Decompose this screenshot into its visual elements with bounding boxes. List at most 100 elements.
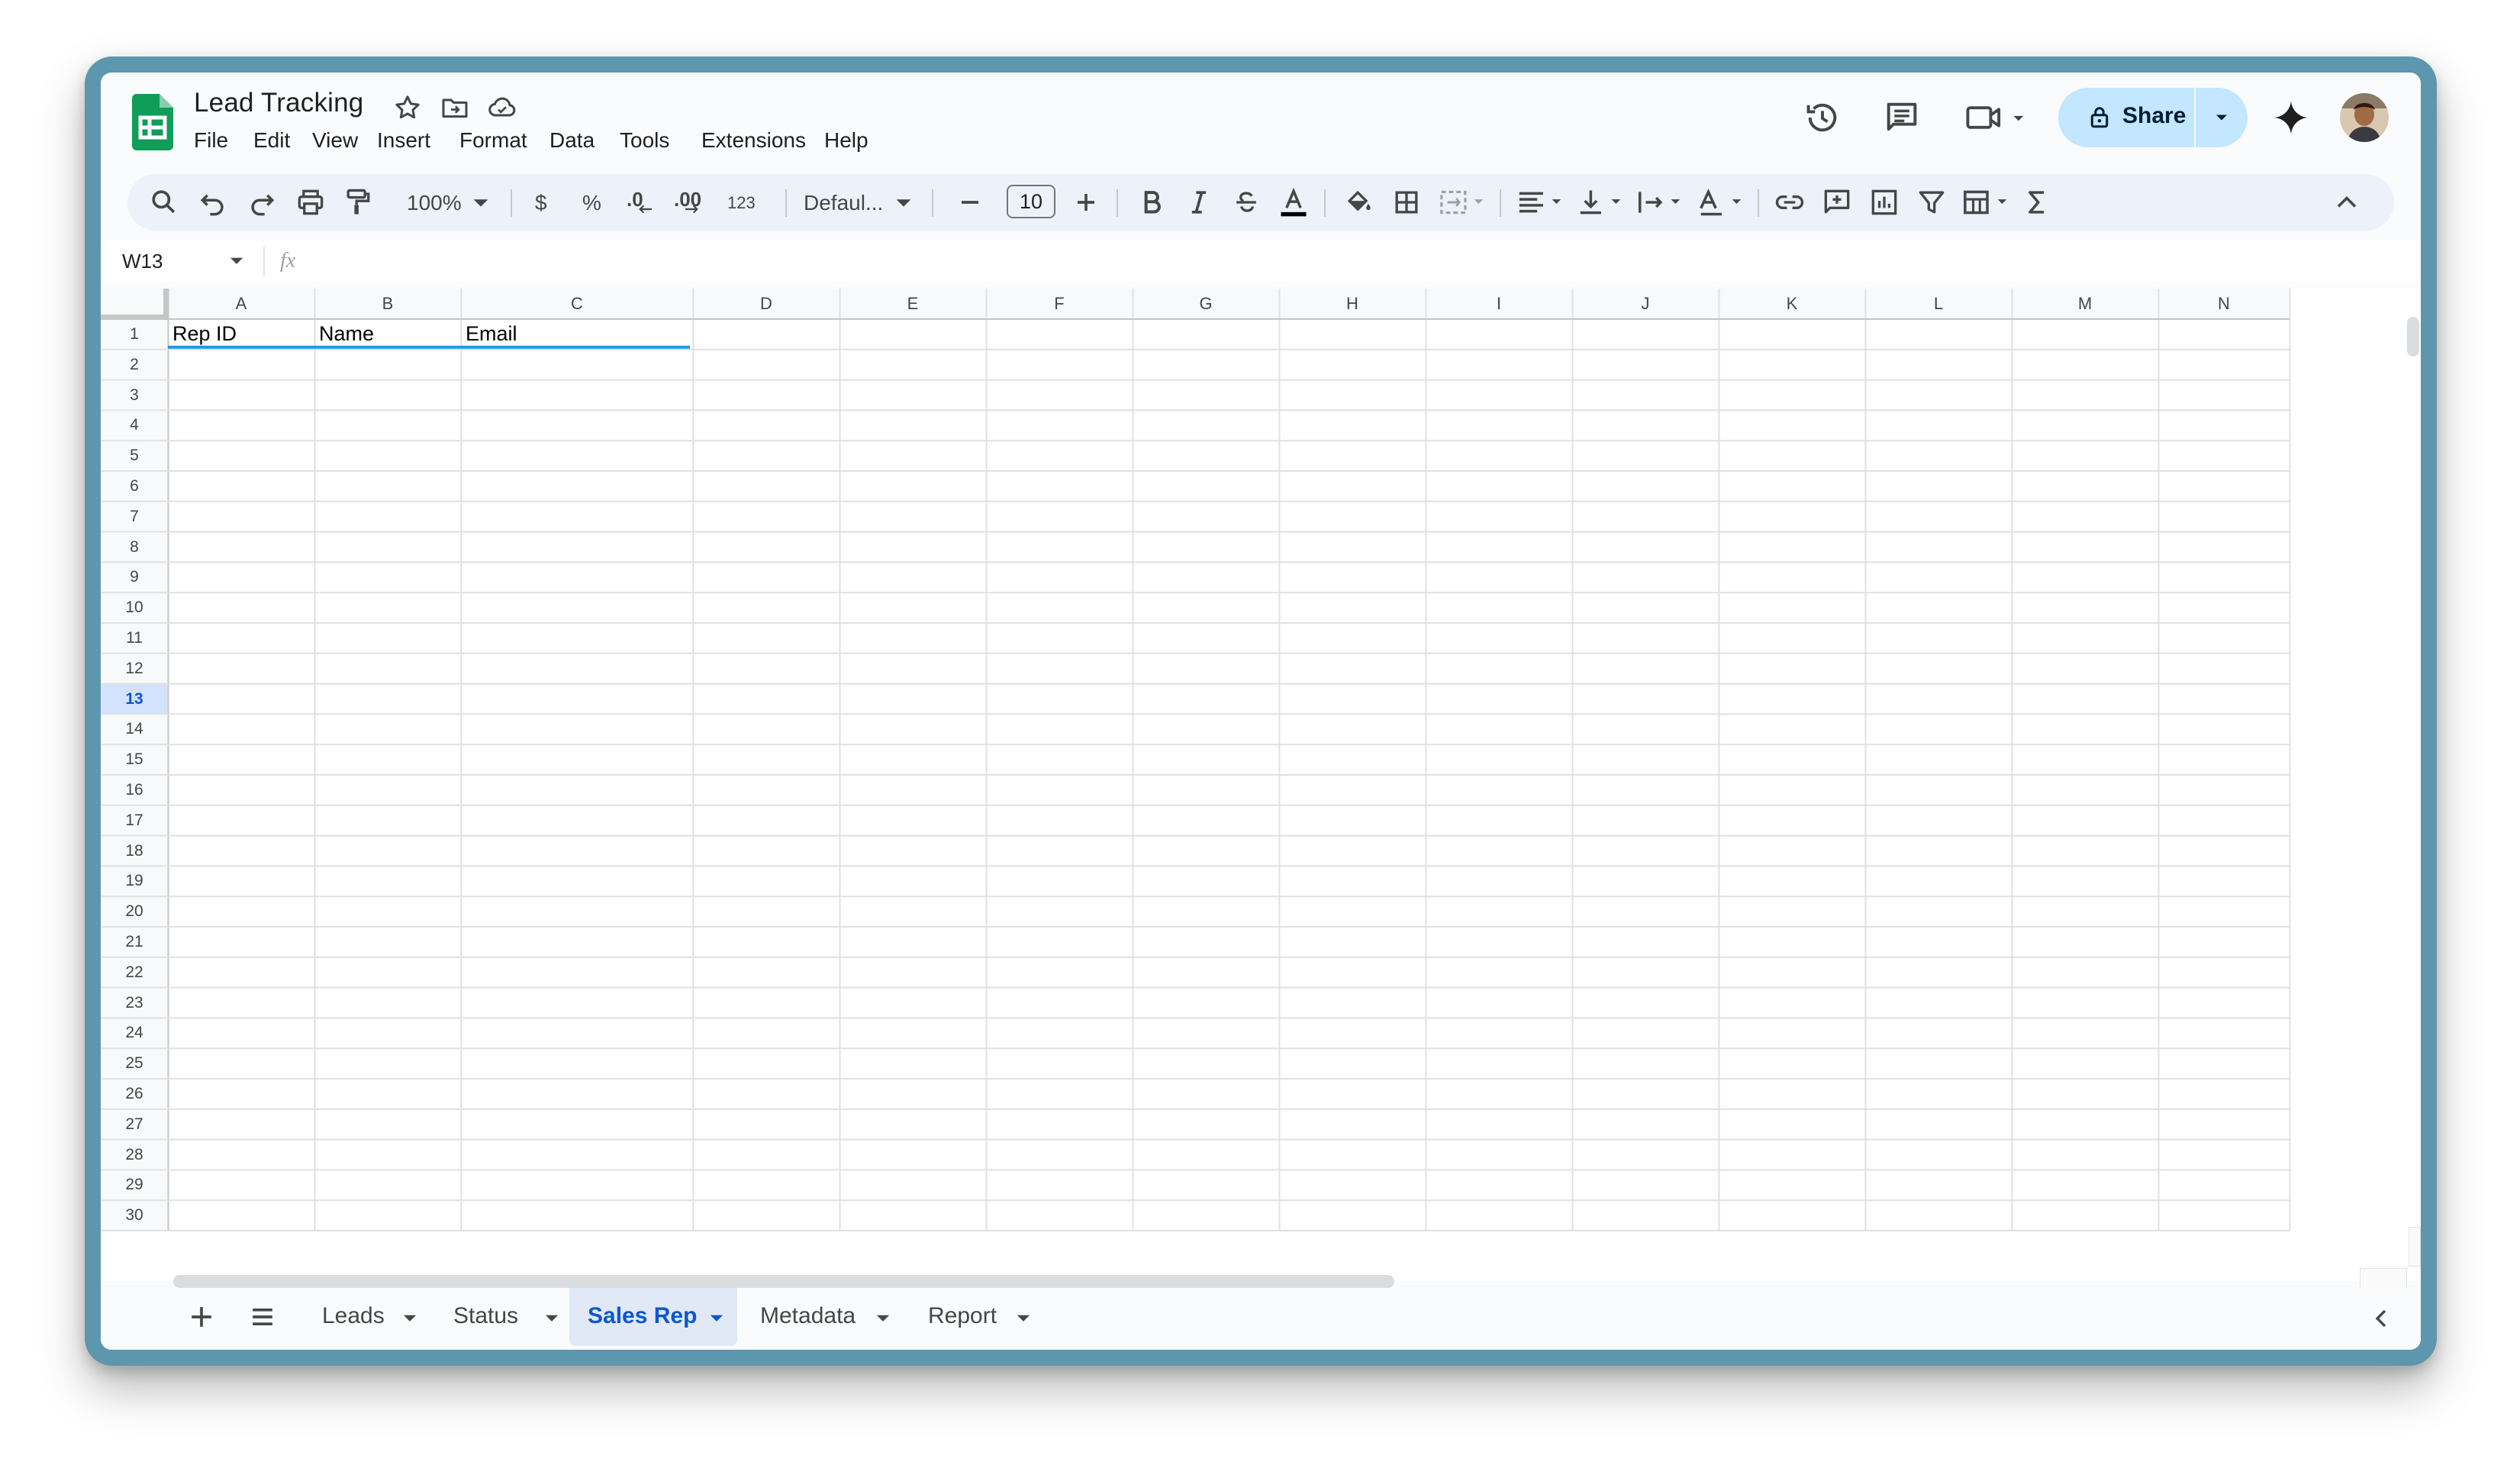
zoom-dropdown-icon[interactable] [469,184,492,221]
zoom-select[interactable]: 100% [407,191,462,215]
insert-comment-icon[interactable] [1820,184,1854,221]
chevron-down-icon [2216,115,2227,121]
share-dropdown[interactable] [2196,88,2248,147]
horizontal-align-icon[interactable] [1515,184,1568,221]
menu-help[interactable]: Help [824,128,868,153]
text-wrapping-icon[interactable] [1634,184,1687,221]
toolbar-separator [1758,189,1759,217]
search-menus-icon[interactable] [147,184,181,221]
insert-link-icon[interactable] [1773,184,1806,221]
share-button[interactable]: Share [2058,88,2248,147]
all-sheets-menu-icon[interactable] [246,1300,279,1334]
row-header-bar [101,289,168,1231]
document-title[interactable]: Lead Tracking [194,88,363,118]
column-header-bar [101,289,2290,319]
font-size-input[interactable]: 10 [1007,185,1055,218]
toolbar-separator [1500,189,1501,217]
toolbar-separator [511,189,512,217]
vertical-align-icon[interactable] [1574,184,1628,221]
menu-file[interactable]: File [194,128,228,153]
comments-icon[interactable] [1882,98,1922,137]
app-window: Lead Tracking File Edit View Insert Form… [101,73,2421,1350]
increase-font-size-icon[interactable] [1069,184,1103,221]
cloud-saved-icon[interactable] [487,92,517,123]
chevron-left-icon[interactable] [2366,1303,2396,1334]
sheet-tab-metadata[interactable]: Metadata [742,1288,902,1346]
menu-view[interactable]: View [312,128,358,153]
menu-format[interactable]: Format [459,128,527,153]
borders-icon[interactable] [1390,184,1423,221]
bold-icon[interactable] [1135,184,1168,221]
window-frame: Lead Tracking File Edit View Insert Form… [85,56,2437,1366]
filter-views-icon[interactable] [1961,184,2014,221]
toolbar: 100% $ % .0 .00 123 Defaul... 10 [127,174,2394,231]
merge-cells-icon[interactable] [1437,184,1490,221]
increase-arrow-icon [685,205,698,214]
paint-format-icon[interactable] [341,184,375,221]
strikethrough-icon[interactable] [1229,184,1263,221]
sheet-tab-label: Status [453,1303,519,1328]
horizontal-scroll-arrows[interactable] [2360,1268,2407,1289]
fill-color-icon[interactable] [1342,184,1376,221]
sheet-tab-status[interactable]: Status [438,1288,568,1346]
star-icon[interactable] [392,92,423,123]
sheet-tab-label: Sales Rep [588,1303,698,1328]
horizontal-scrollbar-thumb[interactable] [173,1275,1394,1288]
more-formats-button[interactable]: 123 [727,193,756,213]
table-header-underline [168,345,690,349]
vertical-scroll-arrows[interactable] [2409,1227,2421,1267]
toolbar-separator [1117,189,1118,217]
menu-data[interactable]: Data [549,128,595,153]
sheet-tab-label: Report [928,1303,997,1328]
spreadsheet-grid[interactable]: A B C D E F G H I J K L M N 1 2 3 4 5 6 7 8 9 10 11 12 13 14 15 16 17 1… [101,289,2421,1281]
toolbar-separator [1324,189,1326,217]
percent-format-button[interactable]: % [582,191,601,215]
avatar-image [2340,93,2389,142]
chevron-down-icon[interactable] [707,1308,727,1328]
share-main-button[interactable]: Share [2058,88,2194,147]
sheet-tab-report[interactable]: Report [910,1288,1047,1346]
sheet-tab-label: Leads [322,1303,385,1328]
gemini-sparkle-icon[interactable] [2271,98,2311,137]
redo-icon[interactable] [245,184,279,221]
menu-insert[interactable]: Insert [377,128,430,153]
filter-icon[interactable] [1915,184,1948,221]
text-rotation-icon[interactable] [1695,184,1748,221]
meet-video-icon[interactable] [1963,98,2032,137]
italic-icon[interactable] [1182,184,1216,221]
move-folder-icon[interactable] [440,92,470,123]
lock-icon [2090,107,2109,128]
collapse-toolbar-icon[interactable] [2330,184,2364,221]
user-avatar[interactable] [2340,93,2389,142]
vertical-scrollbar-thumb[interactable] [2407,317,2419,357]
sheets-logo-icon[interactable] [132,94,173,150]
chevron-down-icon[interactable] [400,1308,420,1328]
font-family-select[interactable]: Defaul... [804,191,883,215]
decrease-font-size-icon[interactable] [953,184,987,221]
add-sheet-icon[interactable] [185,1300,218,1334]
grid-canvas[interactable] [101,289,2421,1281]
print-icon[interactable] [294,184,327,221]
name-box-dropdown-icon[interactable] [227,250,247,270]
formula-input[interactable] [314,250,2375,274]
text-color-icon[interactable] [1277,184,1310,221]
chevron-down-icon[interactable] [542,1308,562,1328]
sheet-tab-sales-rep[interactable]: Sales Rep [569,1288,737,1346]
undo-icon[interactable] [196,184,230,221]
currency-format-button[interactable]: $ [535,191,547,215]
menu-edit[interactable]: Edit [253,128,290,153]
name-box[interactable]: W13 [122,250,163,273]
font-dropdown-icon[interactable] [892,184,915,221]
sheet-tab-leads[interactable]: Leads [307,1288,429,1346]
menu-tools[interactable]: Tools [620,128,669,153]
toolbar-separator [785,189,787,217]
fx-icon: fx [280,249,296,273]
chevron-down-icon[interactable] [1013,1308,1033,1328]
selected-row-header[interactable] [101,683,168,715]
chevron-down-icon[interactable] [873,1308,893,1328]
version-history-icon[interactable] [1803,98,1842,137]
toolbar-separator [932,189,933,217]
functions-sigma-icon[interactable] [2020,184,2054,221]
insert-chart-icon[interactable] [1867,184,1901,221]
menu-extensions[interactable]: Extensions [701,128,806,153]
